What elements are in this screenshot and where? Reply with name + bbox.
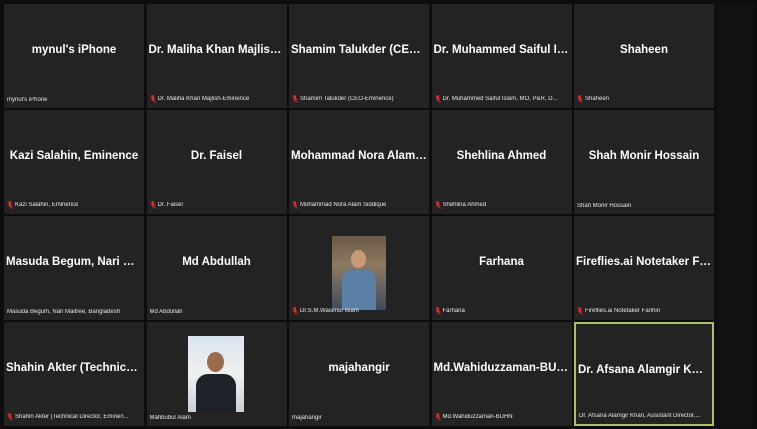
participant-display-name: Dr. Maliha Khan Majlish-E... <box>148 44 285 56</box>
mic-muted-icon <box>434 307 441 315</box>
participant-label-text: Mahbubul Alam <box>149 415 191 421</box>
participant-name-label: Kazi Salahin, Eminence <box>7 201 141 209</box>
participant-name-label: Dr. Afsana Alamgir Khan, Assistant Direc… <box>579 413 709 419</box>
participant-display-name: Md Abdullah <box>182 256 251 268</box>
participant-video-feed <box>187 336 244 412</box>
participant-tile[interactable]: Mohammad Nora Alam Sid... Mohammad Nora … <box>289 110 429 214</box>
participant-label-text: Kazi Salahin, Eminence <box>15 202 79 208</box>
participant-display-name: Shah Monir Hossain <box>588 150 700 162</box>
participant-tile[interactable]: Shah Monir Hossain Shah Monir Hossain <box>574 110 714 214</box>
participant-tile[interactable]: Dr. Muhammed Saiful Isla... Dr. Muhammed… <box>431 4 572 108</box>
participant-label-text: Shahin Akter (Technical Director, Eminen… <box>15 414 129 420</box>
video-person-head <box>351 250 366 268</box>
participant-display-name: Mohammad Nora Alam Sid... <box>291 150 427 162</box>
participant-name-label: Md.Wahiduzzaman-BUHN <box>434 413 569 421</box>
participant-label-text: Dr. Muhammed Saiful Islam, MO, P&R, D... <box>442 96 558 102</box>
mic-muted-icon <box>292 307 298 315</box>
participant-name-label: Dr. Faisel <box>149 201 284 209</box>
participant-display-name: Shahin Akter (Technical Di... <box>6 362 142 374</box>
participant-name-label: Shaheen <box>577 95 711 103</box>
participant-name-label: majahangir <box>292 415 426 421</box>
participant-label-text: Mohammad Nora Alam Siddique <box>300 202 387 208</box>
participant-label-text: Shehlina Ahmed <box>442 202 487 208</box>
video-person-body <box>195 374 236 412</box>
mic-muted-icon <box>149 201 156 209</box>
participant-tile-video[interactable]: Mahbubul Alam <box>146 322 287 426</box>
mic-muted-icon <box>577 95 583 103</box>
participant-tile[interactable]: Md.Wahiduzzaman-BUHN Md.Wahiduzzaman-BUH… <box>431 322 572 426</box>
video-person-head <box>206 352 224 372</box>
participant-name-label: Shamim Talukder (CEO-Eminence) <box>292 95 426 103</box>
participant-name-label: Shahin Akter (Technical Director, Eminen… <box>7 413 141 421</box>
participant-tile[interactable]: Kazi Salahin, Eminence Kazi Salahin, Emi… <box>4 110 144 214</box>
participant-name-label: Shah Monir Hossain <box>577 203 711 209</box>
participant-label-text: Shaheen <box>585 96 610 102</box>
participant-label-text: Md.Wahiduzzaman-BUHN <box>442 414 513 420</box>
mic-muted-icon <box>434 95 441 103</box>
participant-display-name: Masuda Begum, Nari Maitr... <box>6 256 142 268</box>
mic-muted-icon <box>7 413 13 421</box>
mic-muted-icon <box>7 201 13 209</box>
participant-name-label: Dr. Maliha Khan Majlish-Eminence <box>149 95 284 103</box>
mic-muted-icon <box>292 201 298 209</box>
participant-name-label: Dr.S.M.Wasimul Islam <box>292 307 426 315</box>
mic-muted-icon <box>434 413 441 421</box>
participant-display-name: majahangir <box>328 362 390 374</box>
participant-tile[interactable]: Shamim Talukder (CEO-Em... Shamim Talukd… <box>289 4 429 108</box>
participant-label-text: Dr.S.M.Wasimul Islam <box>300 308 359 314</box>
participant-tile[interactable]: majahangir majahangir <box>289 322 429 426</box>
participant-tile[interactable]: Dr. Faisel Dr. Faisel <box>146 110 287 214</box>
participant-name-label: Farhana <box>434 307 569 315</box>
participant-tile-video[interactable]: Dr.S.M.Wasimul Islam <box>289 216 429 320</box>
participant-label-text: majahangir <box>292 415 322 421</box>
participant-label-text: Farhana <box>442 308 465 314</box>
participant-display-name: Shaheen <box>620 44 668 56</box>
participant-label-text: Fireflies.ai Notetaker Farihin <box>585 308 661 314</box>
participant-display-name: Md.Wahiduzzaman-BUHN <box>433 362 570 374</box>
participant-display-name: Dr. Muhammed Saiful Isla... <box>433 44 570 56</box>
mic-muted-icon <box>292 95 298 103</box>
participant-name-label: Mahbubul Alam <box>150 415 284 421</box>
participant-label-text: Masuda Begum, Nari Maitree, Bangladesh <box>7 309 121 315</box>
participant-display-name: Shamim Talukder (CEO-Em... <box>291 44 427 56</box>
participant-name-label: Mohammad Nora Alam Siddique <box>292 201 426 209</box>
participant-label-text: Dr. Faisel <box>157 202 183 208</box>
participant-display-name: Kazi Salahin, Eminence <box>9 150 139 162</box>
participant-video-feed <box>332 236 386 310</box>
mic-muted-icon <box>434 201 441 209</box>
participant-tile-active-speaker[interactable]: Dr. Afsana Alamgir Khan, ... Dr. Afsana … <box>574 322 714 426</box>
participant-label-text: Shah Monir Hossain <box>577 203 632 209</box>
participant-tile[interactable]: Shehlina Ahmed Shehlina Ahmed <box>431 110 572 214</box>
participant-label-text: Dr. Afsana Alamgir Khan, Assistant Direc… <box>579 413 701 419</box>
gallery-side-panel <box>717 4 753 426</box>
participant-tile[interactable]: Fireflies.ai Notetaker Farih... Fireflie… <box>574 216 714 320</box>
participant-name-label: Fireflies.ai Notetaker Farihin <box>577 307 711 315</box>
participant-name-label: Masuda Begum, Nari Maitree, Bangladesh <box>7 309 141 315</box>
participant-label-text: Shamim Talukder (CEO-Eminence) <box>300 96 394 102</box>
participant-tile[interactable]: Masuda Begum, Nari Maitr... Masuda Begum… <box>4 216 144 320</box>
participant-display-name: mynul's iPhone <box>31 44 117 56</box>
participant-gallery: mynul's iPhone mynul's iPhone Dr. Maliha… <box>4 4 714 426</box>
participant-label-text: Dr. Maliha Khan Majlish-Eminence <box>157 96 250 102</box>
video-person-body <box>342 269 376 310</box>
participant-name-label: Md Abdullah <box>150 309 284 315</box>
participant-tile[interactable]: Farhana Farhana <box>431 216 572 320</box>
participant-tile[interactable]: Shaheen Shaheen <box>574 4 714 108</box>
participant-tile[interactable]: Md Abdullah Md Abdullah <box>146 216 287 320</box>
participant-name-label: Shehlina Ahmed <box>434 201 569 209</box>
participant-tile[interactable]: Dr. Maliha Khan Majlish-E... Dr. Maliha … <box>146 4 287 108</box>
participant-label-text: mynul's iPhone <box>7 97 48 103</box>
participant-label-text: Md Abdullah <box>149 309 183 315</box>
participant-name-label: mynul's iPhone <box>7 97 141 103</box>
participant-display-name: Shehlina Ahmed <box>456 150 547 162</box>
participant-display-name: Fireflies.ai Notetaker Farih... <box>576 256 712 268</box>
participant-display-name: Dr. Afsana Alamgir Khan, ... <box>578 364 710 376</box>
participant-tile[interactable]: Shahin Akter (Technical Di... Shahin Akt… <box>4 322 144 426</box>
participant-name-label: Dr. Muhammed Saiful Islam, MO, P&R, D... <box>434 95 569 103</box>
participant-display-name: Dr. Faisel <box>190 150 243 162</box>
mic-muted-icon <box>149 95 156 103</box>
participant-display-name: Farhana <box>479 256 524 268</box>
mic-muted-icon <box>577 307 583 315</box>
participant-tile[interactable]: mynul's iPhone mynul's iPhone <box>4 4 144 108</box>
